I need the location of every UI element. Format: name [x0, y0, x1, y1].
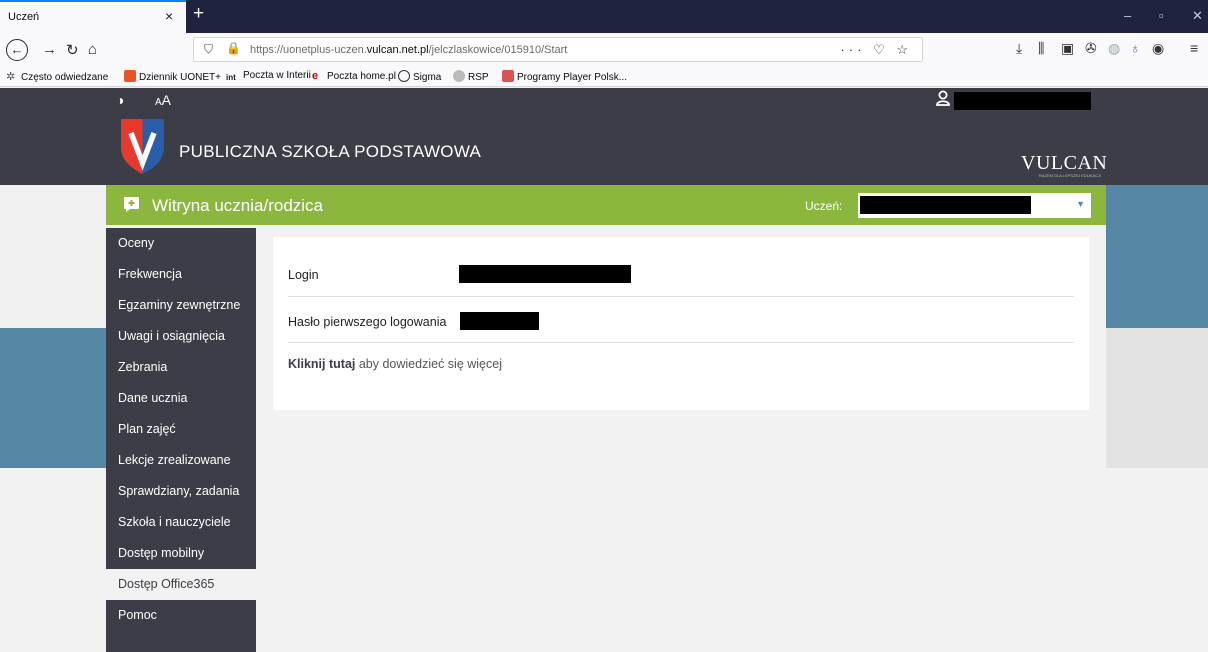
interia-icon: int: [226, 73, 236, 82]
bookmark-item[interactable]: Dziennik UONET+: [124, 70, 221, 83]
login-label: Login: [288, 268, 319, 282]
student-select[interactable]: ██████████ ▼: [858, 193, 1091, 218]
minimize-icon[interactable]: –: [1124, 8, 1131, 23]
lock-icon[interactable]: 🔒: [226, 41, 241, 55]
menu-item-uwagi[interactable]: Uwagi i osiągnięcia: [106, 321, 256, 352]
page-title: Witryna ucznia/rodzica: [152, 196, 324, 215]
site-header: ◑ AA ██████████ PUBLICZNA SZKOŁA PODSTAW…: [0, 88, 1208, 185]
background-panel: [0, 328, 106, 468]
background-panel: [1106, 328, 1208, 468]
content-card: Login ██████████ Hasło pierwszego logowa…: [273, 237, 1089, 410]
info-text: Kliknij tutaj aby dowiedzieć się więcej: [288, 357, 502, 371]
brand-tagline: RAZEM DLA LEPSZEJ EDUKACJI: [1039, 173, 1102, 178]
home-icon[interactable]: ⌂: [88, 41, 97, 58]
school-name: PUBLICZNA SZKOŁA PODSTAWOWA: [179, 142, 482, 161]
more-info-link[interactable]: Kliknij tutaj: [288, 357, 355, 371]
password-label: Hasło pierwszego logowania: [288, 315, 447, 329]
new-tab-icon[interactable]: +: [193, 3, 204, 25]
url-text[interactable]: https://uonetplus-uczen.vulcan.net.pl/je…: [250, 44, 567, 56]
bookmark-item[interactable]: int Poczta w Interii: [226, 70, 311, 85]
menu-item-lekcje[interactable]: Lekcje zrealizowane: [106, 445, 256, 476]
close-window-icon[interactable]: ✕: [1192, 8, 1203, 24]
shield-icon[interactable]: ⛉: [204, 42, 213, 57]
menu-item-dostep-mobilny[interactable]: Dostęp mobilny: [106, 538, 256, 569]
bookmark-item[interactable]: e Poczta home.pl: [312, 70, 396, 82]
divider: [288, 342, 1074, 343]
back-icon[interactable]: ←: [6, 39, 28, 61]
menu-item-office365[interactable]: Dostęp Office365: [106, 569, 256, 600]
user-icon[interactable]: [936, 90, 950, 106]
browser-tab[interactable]: Uczeń ×: [0, 0, 186, 33]
bookmark-item[interactable]: RSP: [453, 70, 489, 83]
menu-item-frekwencja[interactable]: Frekwencja: [106, 259, 256, 290]
section-bar: Witryna ucznia/rodzica Uczeń: ██████████…: [106, 185, 1106, 225]
contrast-toggle-icon[interactable]: ◑: [116, 92, 124, 108]
player-icon: [502, 70, 514, 82]
download-icon[interactable]: ⤓: [1016, 40, 1022, 57]
sidebar-icon[interactable]: ▣: [1061, 40, 1074, 57]
tab-close-icon[interactable]: ×: [165, 8, 173, 24]
extension-icon[interactable]: ✇: [1085, 40, 1097, 57]
menu-item-egzaminy[interactable]: Egzaminy zewnętrzne: [106, 290, 256, 321]
chat-plus-icon: [124, 197, 139, 212]
menu-item-sprawdziany[interactable]: Sprawdziany, zadania: [106, 476, 256, 507]
page: ◑ AA ██████████ PUBLICZNA SZKOŁA PODSTAW…: [0, 88, 1208, 652]
login-value: ██████████: [459, 265, 631, 283]
extension-icon[interactable]: ◍: [1108, 40, 1120, 57]
account-icon[interactable]: ◉: [1152, 40, 1164, 57]
chevron-down-icon: ▼: [1076, 199, 1085, 209]
homepl-icon: e: [312, 70, 319, 82]
background-panel: [0, 185, 106, 328]
menu-item-pomoc[interactable]: Pomoc: [106, 600, 256, 631]
side-menu: Oceny Frekwencja Egzaminy zewnętrzne Uwa…: [106, 228, 256, 652]
uonet-icon: [124, 70, 136, 82]
rsp-icon: [453, 70, 465, 82]
tab-title: Uczeń: [8, 11, 40, 23]
divider: [288, 296, 1074, 297]
vulcan-logo-icon: [121, 119, 164, 174]
menu-item-zebrania[interactable]: Zebrania: [106, 352, 256, 383]
font-size-toggle[interactable]: AA: [155, 92, 171, 108]
forward-icon[interactable]: →: [42, 41, 57, 58]
student-select-label: Uczeń:: [805, 199, 843, 213]
background-panel: [1106, 185, 1208, 328]
bookmark-item[interactable]: Sigma: [398, 70, 441, 83]
bookmark-item[interactable]: Programy Player Polsk...: [502, 70, 627, 83]
menu-icon[interactable]: ≡: [1190, 40, 1198, 56]
bookmarks-bar: ✲ Często odwiedzane Dziennik UONET+ int Po…: [0, 66, 1208, 87]
browser-nav-bar: ← → ↻ ⌂ ⛉ 🔒 https://uonetplus-uczen.vulc…: [0, 33, 1208, 66]
library-icon[interactable]: ⫼: [1038, 40, 1044, 57]
password-value: ██████: [460, 312, 539, 330]
browser-tab-bar: Uczeń × + – ▫ ✕: [0, 0, 1208, 33]
menu-item-plan-zajec[interactable]: Plan zajęć: [106, 414, 256, 445]
menu-item-szkola[interactable]: Szkoła i nauczyciele: [106, 507, 256, 538]
menu-item-oceny[interactable]: Oceny: [106, 228, 256, 259]
menu-item-dane-ucznia[interactable]: Dane ucznia: [106, 383, 256, 414]
user-name[interactable]: ██████████: [954, 92, 1091, 110]
brand-logo: VULCAN: [1021, 152, 1108, 174]
student-select-value: ██████████: [860, 196, 1031, 214]
reload-icon[interactable]: ↻: [66, 41, 79, 59]
page-actions-icon[interactable]: ··· ♡ ☆: [840, 42, 912, 58]
gear-icon: ✲: [6, 71, 16, 83]
bookmark-item[interactable]: ✲ Często odwiedzane: [6, 70, 108, 83]
extension-icon[interactable]: ♁: [1130, 40, 1141, 56]
maximize-icon[interactable]: ▫: [1159, 8, 1164, 23]
globe-icon: [398, 70, 410, 82]
url-bar[interactable]: ⛉ 🔒 https://uonetplus-uczen.vulcan.net.p…: [193, 37, 923, 62]
